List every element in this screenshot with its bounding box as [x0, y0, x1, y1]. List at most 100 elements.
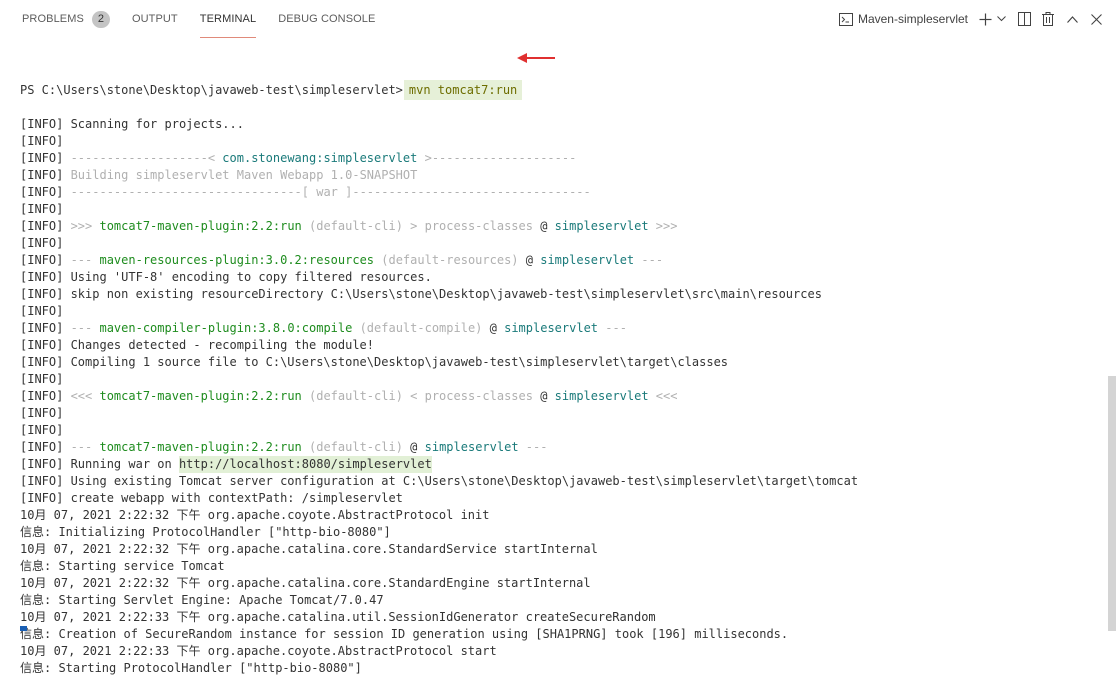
terminal-line: [INFO]: [20, 405, 1116, 422]
tab-terminal[interactable]: TERMINAL: [199, 0, 257, 38]
terminal-text: >--------------------: [417, 151, 577, 165]
terminal-text: maven-resources-plugin:3.0.2:resources: [99, 253, 375, 267]
terminal-text: (default-cli) < process-classes: [301, 389, 533, 403]
terminal-text: @: [402, 440, 425, 454]
terminal-text: ---: [518, 440, 548, 454]
terminal-text: [INFO] Changes detected - recompiling th…: [20, 338, 375, 352]
terminal-line: [INFO]: [20, 371, 1116, 388]
tab-debug-console[interactable]: DEBUG CONSOLE: [278, 0, 375, 38]
terminal-line: [INFO] --- tomcat7-maven-plugin:2.2:run …: [20, 439, 1116, 456]
prompt-line: PS C:\Users\stone\Desktop\javaweb-test\s…: [20, 80, 1116, 100]
terminal-line: [INFO] Scanning for projects...: [20, 116, 1116, 133]
terminal-line: 信息: Creation of SecureRandom instance fo…: [20, 626, 1116, 643]
terminal-text: tomcat7-maven-plugin:2.2:run: [99, 440, 302, 454]
terminal-text: 10月 07, 2021 2:22:32 下午 org.apache.coyot…: [20, 508, 490, 522]
tab-problems[interactable]: PROBLEMS 2: [22, 0, 110, 38]
terminal-line: [INFO] Using 'UTF-8' encoding to copy fi…: [20, 269, 1116, 286]
terminal-text: [INFO]: [20, 219, 71, 233]
kill-terminal-button[interactable]: [1036, 7, 1060, 31]
close-panel-button[interactable]: [1084, 7, 1108, 31]
prompt-path: PS C:\Users\stone\Desktop\javaweb-test\s…: [20, 83, 403, 97]
terminal-text: [INFO]: [20, 185, 71, 199]
terminal-text: (default-resources): [374, 253, 519, 267]
tab-problems-label: PROBLEMS: [22, 13, 84, 25]
terminal-text: @: [532, 219, 555, 233]
terminal-text: simpleservlet: [554, 219, 649, 233]
terminal-text: [INFO] Running war on: [20, 457, 179, 471]
terminal-line: 信息: Starting service Tomcat: [20, 558, 1116, 575]
panel-tab-bar: PROBLEMS 2 OUTPUT TERMINAL DEBUG CONSOLE…: [0, 0, 1116, 38]
terminal-text: [INFO]: [20, 406, 64, 420]
terminal-text: <<<: [70, 389, 100, 403]
terminal-text: ---: [70, 321, 100, 335]
terminal-text: simpleservlet: [504, 321, 599, 335]
tab-terminal-label: TERMINAL: [199, 12, 257, 25]
terminal-text: [INFO]: [20, 151, 71, 165]
terminal-text: ---: [634, 253, 664, 267]
terminal-selector-label: Maven-simpleservlet: [857, 12, 968, 26]
terminal-text: -------------------<: [70, 151, 223, 165]
terminal-text: @: [532, 389, 555, 403]
terminal-line: [INFO] >>> tomcat7-maven-plugin:2.2:run …: [20, 218, 1116, 235]
terminal-text: (default-cli): [301, 440, 403, 454]
trash-icon: [1042, 12, 1054, 26]
terminal-line: 信息: Initializing ProtocolHandler ["http-…: [20, 524, 1116, 541]
terminal-line: [INFO] Building simpleservlet Maven Weba…: [20, 167, 1116, 184]
tab-output[interactable]: OUTPUT: [132, 0, 178, 38]
terminal-line: [INFO] Compiling 1 source file to C:\Use…: [20, 354, 1116, 371]
terminal-text: (default-compile): [352, 321, 483, 335]
terminal-text: [INFO] Compiling 1 source file to C:\Use…: [20, 355, 729, 369]
terminal-text: <<<: [648, 389, 678, 403]
terminal-text: (default-cli) > process-classes: [301, 219, 533, 233]
terminal-dropdown-button[interactable]: [994, 7, 1008, 31]
terminal-line: [INFO]: [20, 133, 1116, 150]
terminal-text: @: [518, 253, 541, 267]
terminal-text: [INFO] Using 'UTF-8' encoding to copy fi…: [20, 270, 432, 284]
terminal-text: tomcat7-maven-plugin:2.2:run: [99, 389, 302, 403]
terminal-line: [INFO] --- maven-resources-plugin:3.0.2:…: [20, 252, 1116, 269]
terminal-output[interactable]: PS C:\Users\stone\Desktop\javaweb-test\s…: [20, 48, 1116, 677]
terminal-text: >>>: [70, 219, 100, 233]
chevron-down-icon: [996, 16, 1006, 22]
terminal-text: >>>: [648, 219, 678, 233]
terminal-line: [INFO] <<< tomcat7-maven-plugin:2.2:run …: [20, 388, 1116, 405]
maximize-panel-button[interactable]: [1060, 7, 1084, 31]
terminal-text: maven-compiler-plugin:3.8.0:compile: [99, 321, 353, 335]
terminal-line: [INFO] --- maven-compiler-plugin:3.8.0:c…: [20, 320, 1116, 337]
terminal-text: [INFO]: [20, 372, 64, 386]
terminal-text: 信息: Initializing ProtocolHandler ["http-…: [20, 525, 391, 539]
terminal-link[interactable]: http://localhost:8080/simpleservlet: [178, 456, 432, 473]
terminal-text: [INFO]: [20, 423, 64, 437]
terminal-icon: [838, 12, 853, 26]
terminal-line: [INFO]: [20, 303, 1116, 320]
terminal-line: [INFO] Using existing Tomcat server conf…: [20, 473, 1116, 490]
split-terminal-button[interactable]: [1012, 7, 1036, 31]
terminal-text: com.stonewang:simpleservlet: [222, 151, 418, 165]
terminal-text: [INFO]: [20, 321, 71, 335]
terminal-text: Building simpleservlet Maven Webapp 1.0-…: [70, 168, 418, 182]
plus-icon: [979, 13, 991, 25]
terminal-text: [INFO]: [20, 134, 64, 148]
terminal-text: [INFO]: [20, 236, 64, 250]
terminal-text: ---: [70, 253, 100, 267]
terminal-line: [INFO] create webapp with contextPath: /…: [20, 490, 1116, 507]
terminal-text: 10月 07, 2021 2:22:32 下午 org.apache.catal…: [20, 542, 598, 556]
terminal-text: 信息: Starting Servlet Engine: Apache Tomc…: [20, 593, 384, 607]
terminal-text: [INFO] Scanning for projects...: [20, 117, 244, 131]
command-text: mvn tomcat7:run: [408, 83, 518, 97]
terminal-text: ---: [70, 440, 100, 454]
tab-debug-console-label: DEBUG CONSOLE: [278, 13, 376, 25]
terminal-line: [INFO] -------------------< com.stonewan…: [20, 150, 1116, 167]
new-terminal-button[interactable]: [976, 7, 994, 31]
terminal-text: simpleservlet: [554, 389, 649, 403]
terminal-selector[interactable]: Maven-simpleservlet: [838, 12, 968, 26]
split-icon: [1017, 12, 1031, 26]
terminal-line: 信息: Starting ProtocolHandler ["http-bio-…: [20, 660, 1116, 677]
command-highlight: mvn tomcat7:run: [403, 80, 523, 100]
problems-count-badge: 2: [91, 10, 110, 28]
terminal-text: [INFO]: [20, 253, 71, 267]
terminal-scrollbar[interactable]: [1108, 376, 1116, 631]
terminal-text: 10月 07, 2021 2:22:33 下午 org.apache.coyot…: [20, 644, 497, 658]
terminal-text: @: [482, 321, 505, 335]
terminal-text: [INFO]: [20, 202, 64, 216]
